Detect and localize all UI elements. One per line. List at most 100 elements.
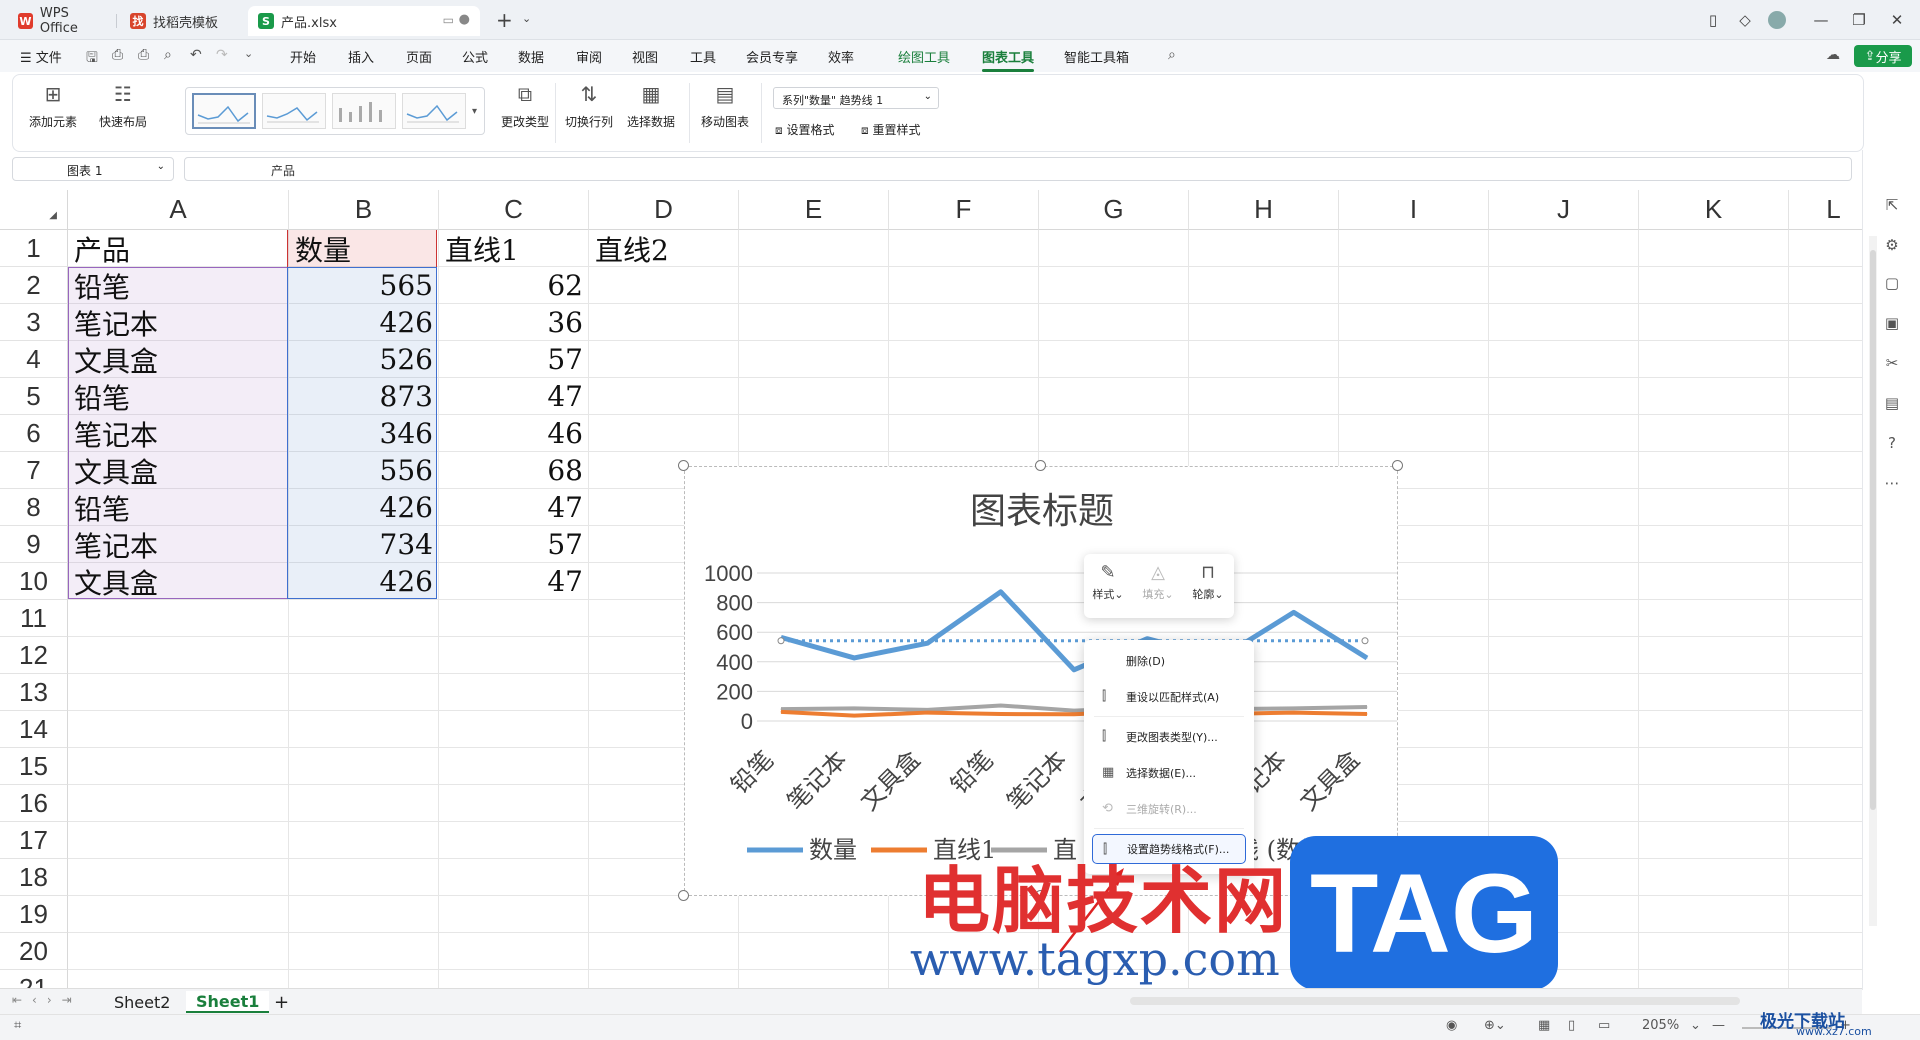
cell-qty[interactable]: 346 bbox=[289, 415, 439, 452]
resize-handle-tl[interactable] bbox=[678, 460, 689, 471]
name-box[interactable]: 图表 1 ⌄ bbox=[12, 157, 174, 181]
menu-drawing-tools[interactable]: 绘图工具 bbox=[898, 47, 950, 66]
change-type-button[interactable]: ⧉ 更改类型 bbox=[501, 81, 549, 130]
macro-icon[interactable]: ⌗ bbox=[14, 1018, 21, 1033]
cell-product[interactable]: 笔记本 bbox=[68, 526, 289, 563]
share-button[interactable]: ⇪ 分享 bbox=[1854, 45, 1912, 67]
select-all-corner[interactable]: ◢ bbox=[0, 190, 68, 230]
cloud-icon[interactable]: ☁ bbox=[1826, 47, 1840, 63]
help-icon[interactable]: ? bbox=[1882, 434, 1902, 454]
cell-product[interactable]: 铅笔 bbox=[68, 489, 289, 526]
row-header-6[interactable]: 6 bbox=[0, 415, 68, 452]
scroll-thumb[interactable] bbox=[1870, 250, 1876, 810]
shape-icon[interactable]: ▢ bbox=[1882, 274, 1902, 294]
row-header-11[interactable]: 11 bbox=[0, 600, 68, 637]
normal-view-icon[interactable]: ▦ bbox=[1538, 1018, 1550, 1033]
book-icon[interactable]: ▤ bbox=[1882, 394, 1902, 414]
zoom-out-icon[interactable]: — bbox=[1712, 1018, 1725, 1033]
menu-file[interactable]: ☰ 文件 bbox=[20, 47, 62, 66]
zoom-level[interactable]: 205% bbox=[1642, 1018, 1679, 1033]
row-header-18[interactable]: 18 bbox=[0, 859, 68, 896]
row-header-14[interactable]: 14 bbox=[0, 711, 68, 748]
cell-product[interactable]: 铅笔 bbox=[68, 267, 289, 304]
row-header-20[interactable]: 20 bbox=[0, 933, 68, 970]
add-sheet-plus-icon[interactable]: + bbox=[264, 991, 299, 1013]
page-break-icon[interactable]: ▭ bbox=[1598, 1018, 1610, 1033]
cell-line1[interactable]: 57 bbox=[439, 526, 589, 563]
menu-item-select-data[interactable]: ▦ 选择数据(E)... bbox=[1092, 758, 1246, 788]
cell-line1[interactable]: 47 bbox=[439, 378, 589, 415]
menu-data[interactable]: 数据 bbox=[518, 47, 544, 66]
sheet-tab-sheet2[interactable]: Sheet2 bbox=[104, 991, 180, 1013]
row-header-19[interactable]: 19 bbox=[0, 896, 68, 933]
row-header-12[interactable]: 12 bbox=[0, 637, 68, 674]
column-header-F[interactable]: F bbox=[889, 190, 1039, 230]
chart-style-4[interactable] bbox=[402, 93, 466, 129]
cell-product[interactable]: 文具盒 bbox=[68, 452, 289, 489]
sheet-tab-sheet1[interactable]: Sheet1 bbox=[186, 991, 270, 1013]
chart-style-2[interactable] bbox=[262, 93, 326, 129]
menu-tools[interactable]: 工具 bbox=[690, 47, 716, 66]
row-header-9[interactable]: 9 bbox=[0, 526, 68, 563]
vertical-scrollbar[interactable] bbox=[1869, 236, 1877, 926]
page-view-icon[interactable]: ▯ bbox=[1568, 1018, 1575, 1033]
user-avatar-icon[interactable] bbox=[1764, 8, 1790, 32]
reset-style-button[interactable]: ⧈ 重置样式 bbox=[861, 121, 920, 138]
menu-item-3d-rotate[interactable]: ⟲ 三维旋转(R)... bbox=[1092, 794, 1246, 824]
row-header-15[interactable]: 15 bbox=[0, 748, 68, 785]
cell-product[interactable]: 铅笔 bbox=[68, 378, 289, 415]
cell-qty[interactable]: 426 bbox=[289, 489, 439, 526]
menu-item-reset-style[interactable]: ⫿ 重设以匹配样式(A) bbox=[1092, 682, 1246, 712]
gallery-expand-icon[interactable]: ▾ bbox=[472, 106, 477, 117]
image-icon[interactable]: ▣ bbox=[1882, 314, 1902, 334]
cell-line1[interactable]: 36 bbox=[439, 304, 589, 341]
redo-icon[interactable]: ↷ bbox=[216, 47, 228, 63]
row-header-13[interactable]: 13 bbox=[0, 674, 68, 711]
outline-button[interactable]: ⊓ 轮廓⌄ bbox=[1188, 562, 1228, 602]
menu-member[interactable]: 会员专享 bbox=[746, 47, 798, 66]
cell-qty[interactable]: 426 bbox=[289, 304, 439, 341]
row-header-1[interactable]: 1 bbox=[0, 230, 68, 267]
restore-icon[interactable]: ❐ bbox=[1846, 8, 1872, 32]
zoom-chevron-icon[interactable]: ⌄ bbox=[1690, 1018, 1701, 1033]
undo-icon[interactable]: ↶ bbox=[190, 47, 202, 63]
row-header-7[interactable]: 7 bbox=[0, 452, 68, 489]
tab-wps-office[interactable]: W WPS Office bbox=[8, 6, 116, 36]
chart-object[interactable]: 图表标题 10008006004002000 铅笔笔记本文具盒铅笔笔记本文具盒铅… bbox=[684, 466, 1398, 896]
row-header-3[interactable]: 3 bbox=[0, 304, 68, 341]
column-header-K[interactable]: K bbox=[1639, 190, 1789, 230]
sheet-nav-icons[interactable]: ⇤‹›⇥ bbox=[12, 993, 82, 1007]
column-header-B[interactable]: B bbox=[289, 190, 439, 230]
cell-qty[interactable]: 734 bbox=[289, 526, 439, 563]
column-header-J[interactable]: J bbox=[1489, 190, 1639, 230]
menu-review[interactable]: 审阅 bbox=[576, 47, 602, 66]
chart-style-1[interactable] bbox=[192, 93, 256, 129]
monitor-icon[interactable]: ▭ bbox=[443, 13, 454, 27]
tab-list-chevron-icon[interactable]: ⌄ bbox=[522, 12, 531, 25]
move-chart-button[interactable]: ▤ 移动图表 bbox=[701, 81, 749, 130]
trendline-handle-end[interactable] bbox=[1361, 637, 1369, 645]
row-header-16[interactable]: 16 bbox=[0, 785, 68, 822]
series-line-直[interactable] bbox=[780, 703, 1368, 713]
switch-rowcol-button[interactable]: ⇅ 切换行列 bbox=[565, 81, 613, 130]
row-header-17[interactable]: 17 bbox=[0, 822, 68, 859]
chart-style-3[interactable] bbox=[332, 93, 396, 129]
close-icon[interactable]: ✕ bbox=[1884, 8, 1910, 32]
column-header-C[interactable]: C bbox=[439, 190, 589, 230]
cell-line1[interactable]: 68 bbox=[439, 452, 589, 489]
series-line-数量[interactable] bbox=[780, 589, 1369, 673]
menu-item-delete[interactable]: 删除(D) bbox=[1092, 646, 1246, 676]
menu-home[interactable]: 开始 bbox=[290, 47, 316, 66]
chart-y-axis[interactable]: 1000 800 600 400 200 0 bbox=[704, 561, 753, 734]
layout-icon[interactable]: ▯ bbox=[1700, 8, 1726, 32]
cell-line1[interactable]: 47 bbox=[439, 489, 589, 526]
cell-qty[interactable]: 565 bbox=[289, 267, 439, 304]
cell-product[interactable]: 笔记本 bbox=[68, 304, 289, 341]
cell-qty[interactable]: 426 bbox=[289, 563, 439, 600]
style-button[interactable]: ✎ 样式⌄ bbox=[1088, 562, 1128, 602]
row-header-10[interactable]: 10 bbox=[0, 563, 68, 600]
cell-line1[interactable]: 62 bbox=[439, 267, 589, 304]
horizontal-scrollbar[interactable] bbox=[1130, 997, 1740, 1005]
tab-product-xlsx[interactable]: S 产品.xlsx ▭ ● bbox=[248, 6, 480, 36]
column-header-I[interactable]: I bbox=[1339, 190, 1489, 230]
